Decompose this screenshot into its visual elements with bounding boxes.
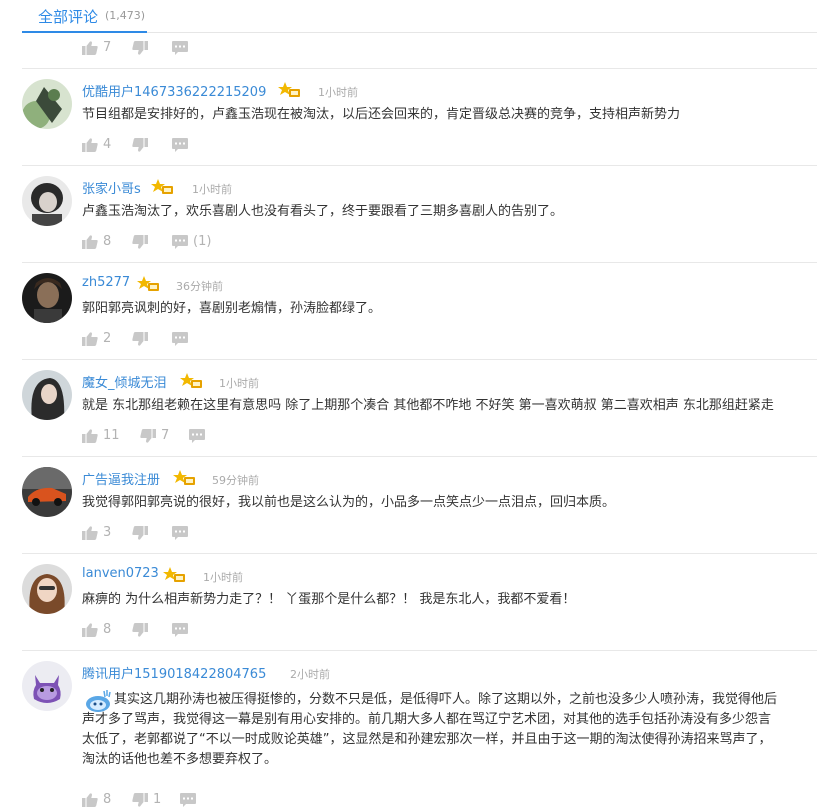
thumb-down-icon [132,332,148,346]
thumb-up-icon [82,138,98,152]
like-count: 2 [103,331,112,346]
comment-text: 麻痹的 为什么相声新势力走了？！ 丫蛋那个是什么都？！ 我是东北人，我都不爱看！ [82,592,576,607]
vip-level-badge-icon [180,372,202,390]
comment-text-line: 声才多了骂声，我觉得这一幕是别有用心安排的。前几期大多人都在骂辽宁艺术团，对其他… [82,712,772,727]
timestamp: 2小时前 [290,668,330,681]
thumb-up-icon [82,793,98,807]
thumb-down-icon [132,41,148,55]
comment-text: 就是 东北那组老赖在这里有意思吗 除了上期那个凑合 其他都不咋地 不好笑 第一喜… [82,398,774,413]
divider [22,553,817,554]
timestamp: 36分钟前 [176,280,223,293]
username[interactable]: 魔女_倾城无泪 [82,372,167,391]
thumb-down-icon [132,235,148,249]
like-count: 7 [103,40,112,55]
timestamp: 1小时前 [192,183,232,196]
thumb-up-icon [82,235,98,249]
like-count: 11 [103,428,120,443]
avatar[interactable] [22,370,72,420]
like-count: 8 [103,234,112,249]
comment-icon [172,332,188,346]
thumb-up-icon [82,332,98,346]
timestamp: 1小时前 [203,571,243,584]
divider [22,456,817,457]
avatar[interactable] [22,176,72,226]
vip-level-badge-icon [278,81,300,99]
timestamp: 1小时前 [219,377,259,390]
vip-level-badge-icon [163,566,185,584]
dislike-count: 1 [153,792,162,807]
dislike-count: 7 [161,428,170,443]
thumb-up-icon [82,623,98,637]
username[interactable]: 腾讯用户1519018422804765 [82,663,266,682]
comment-text: 其实这几期孙涛也被压得挺惨的，分数不只是低，是低得吓人。除了这期以外，之前也没多… [82,690,817,770]
avatar[interactable] [22,564,72,614]
comment-text-line: 其实这几期孙涛也被压得挺惨的，分数不只是低，是低得吓人。除了这期以外，之前也没多… [114,692,778,707]
comment-icon [172,235,188,249]
username[interactable]: 优酷用户1467336222215209 [82,81,266,100]
comment-icon [189,429,205,443]
avatar[interactable] [22,79,72,129]
thumb-down-icon [140,429,156,443]
comment-text: 节目组都是安排好的，卢鑫玉浩现在被淘汰，以后还会回来的，肯定晋级总决赛的竞争，支… [82,107,681,122]
thumb-down-icon [132,623,148,637]
thumb-up-icon [82,429,98,443]
avatar[interactable] [22,467,72,517]
divider [22,68,817,69]
thumb-down-icon [132,793,148,807]
username[interactable]: 广告逼我注册 [82,469,160,488]
thumb-down-icon [132,526,148,540]
comment-text: 郭阳郭亮讽刺的好，喜剧别老煽情，孙涛脸都绿了。 [82,301,382,316]
divider [22,165,817,166]
comment-icon [172,623,188,637]
divider [22,359,817,360]
like-count: 8 [103,792,112,807]
vip-level-badge-icon [137,275,159,293]
thumb-up-icon [82,526,98,540]
tab-all-comments[interactable]: 全部评论 (1,473) [22,0,147,33]
divider [22,650,817,651]
comment-count: (1,473) [105,9,146,22]
comment-icon [172,526,188,540]
username[interactable]: lanven0723 [82,566,159,581]
comment-text-line: 太低了，老郭都说了“不以一时成败论英雄”，这显然是和孙建宏那次一样，并且由于这一… [82,732,772,747]
comment-icon [172,138,188,152]
username[interactable]: 张家小哥s [82,178,141,197]
comment-tab-bar: 全部评论 (1,473) [22,0,817,33]
comment-icon [180,793,196,807]
avatar[interactable] [22,273,72,323]
comment-text: 卢鑫玉浩淘汰了，欢乐喜剧人也没有看头了，终于要跟看了三期多喜剧人的告别了。 [82,204,564,219]
timestamp: 1小时前 [318,86,358,99]
avatar[interactable] [22,661,72,711]
comment-text-line: 淘汰的话他也差不多想要弃权了。 [82,752,278,767]
comment-text: 我觉得郭阳郭亮说的很好，我以前也是这么认为的，小品多一点笑点少一点泪点，回归本质… [82,495,616,510]
like-count: 4 [103,137,112,152]
vip-level-badge-icon [151,178,173,196]
username[interactable]: zh5277 [82,275,130,290]
like-count: 3 [103,525,112,540]
thumb-down-icon [132,138,148,152]
comment-icon [172,41,188,55]
timestamp: 59分钟前 [212,474,259,487]
thumb-up-icon [82,41,98,55]
divider [22,262,817,263]
like-count: 8 [103,622,112,637]
tab-label: 全部评论 [38,8,99,26]
reply-count: (1) [193,234,212,249]
vip-level-badge-icon [173,469,195,487]
